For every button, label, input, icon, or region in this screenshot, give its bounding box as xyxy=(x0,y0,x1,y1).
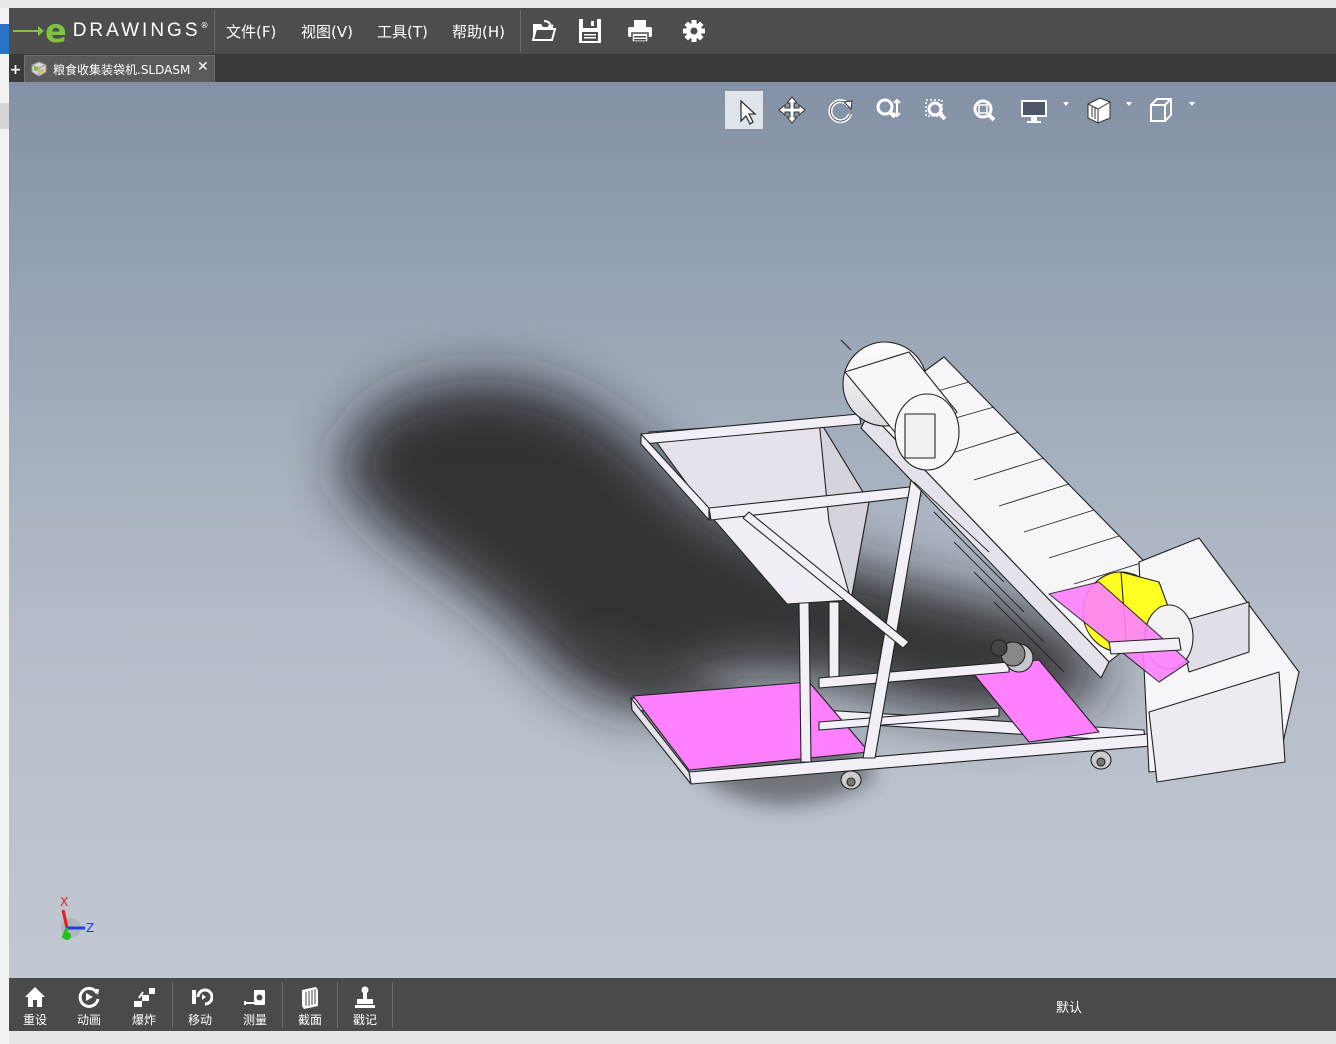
menu-tools[interactable]: 工具(T) xyxy=(377,21,428,42)
explode-button[interactable]: 爆炸 xyxy=(118,978,170,1031)
display-style-dropdown-icon[interactable] xyxy=(1063,102,1069,106)
menu-bar: e DRAWINGS ® 文件(F) 视图(V) 工具(T) 帮助(H) xyxy=(9,8,1336,54)
new-tab-button[interactable]: + xyxy=(9,62,22,78)
animate-icon xyxy=(76,984,102,1014)
move-icon xyxy=(187,984,214,1014)
assembly-icon xyxy=(31,61,47,81)
home-icon xyxy=(22,984,48,1014)
standard-views-icon[interactable] xyxy=(1141,90,1181,130)
document-tab-label: 粮食收集装袋机.SLDASM xyxy=(53,63,191,77)
explode-icon xyxy=(131,984,157,1014)
configuration-status: 默认 xyxy=(1056,1001,1083,1016)
print-icon[interactable] xyxy=(626,17,654,45)
pan-icon[interactable] xyxy=(772,90,812,130)
open-folder-icon[interactable] xyxy=(530,17,558,45)
move-button[interactable]: 移动 xyxy=(174,978,226,1031)
triad-x-label: X xyxy=(60,895,68,909)
stamp-button[interactable]: 戳记 xyxy=(339,978,391,1031)
zoom-to-area-icon[interactable] xyxy=(916,90,956,130)
rotate-icon[interactable] xyxy=(820,90,860,130)
edrawings-logo: e DRAWINGS ® xyxy=(13,10,213,52)
select-arrow-icon[interactable] xyxy=(724,90,764,130)
axis-triad: X Z xyxy=(49,890,109,960)
measure-button[interactable]: 测量 xyxy=(229,978,281,1031)
standard-views-dropdown-icon[interactable] xyxy=(1189,102,1195,106)
section-icon xyxy=(297,984,323,1014)
3d-viewport[interactable]: X Z xyxy=(9,82,1336,978)
bottom-toolbar: 重设 动画 爆炸 移动 测量 截面 戳记 默认 xyxy=(9,978,1336,1031)
edrawings-window: e DRAWINGS ® 文件(F) 视图(V) 工具(T) 帮助(H) + 粮食… xyxy=(9,8,1336,1031)
display-style-icon[interactable] xyxy=(1014,90,1054,130)
zoom-icon[interactable] xyxy=(868,90,908,130)
zoom-to-fit-icon[interactable] xyxy=(964,90,1004,130)
document-tab-bar: + 粮食收集装袋机.SLDASM ✕ xyxy=(9,54,1336,82)
triad-z-label: Z xyxy=(86,921,94,935)
shading-dropdown-icon[interactable] xyxy=(1126,102,1132,106)
section-button[interactable]: 截面 xyxy=(284,978,336,1031)
measure-icon xyxy=(242,984,268,1014)
document-tab[interactable]: 粮食收集装袋机.SLDASM ✕ xyxy=(24,55,215,82)
shading-icon[interactable] xyxy=(1078,90,1118,130)
menu-help[interactable]: 帮助(H) xyxy=(452,21,505,42)
background-window-edge xyxy=(0,8,9,1044)
reset-button[interactable]: 重设 xyxy=(9,978,61,1031)
animate-button[interactable]: 动画 xyxy=(63,978,115,1031)
save-icon[interactable] xyxy=(576,17,604,45)
menu-view[interactable]: 视图(V) xyxy=(301,21,353,42)
settings-gear-icon[interactable] xyxy=(680,17,708,45)
menu-file[interactable]: 文件(F) xyxy=(226,21,276,42)
model-canvas xyxy=(342,339,1300,806)
background-window-bottom xyxy=(9,1031,1336,1044)
stamp-icon xyxy=(352,984,378,1014)
close-tab-icon[interactable]: ✕ xyxy=(197,59,209,75)
